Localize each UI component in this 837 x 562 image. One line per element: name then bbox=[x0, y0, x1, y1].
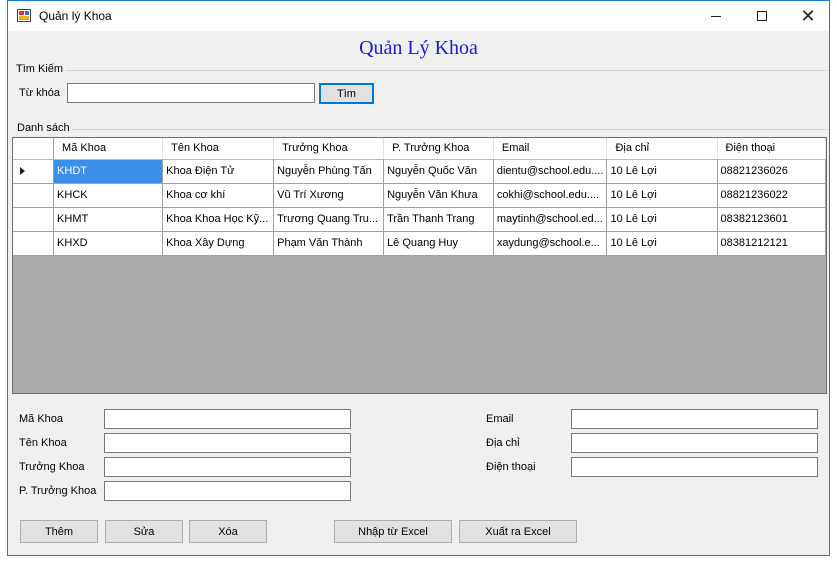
email-label: Email bbox=[486, 413, 514, 425]
khoa-table: Mã Khoa Tên Khoa Trưởng Khoa P. Trưởng K… bbox=[13, 138, 826, 256]
main-window: Quản lý Khoa ✕ Quản Lý Khoa Tìm Kiếm Từ … bbox=[7, 0, 830, 556]
table-cell[interactable]: 08382123601 bbox=[717, 207, 826, 232]
table-cell[interactable]: dientu@school.edu.... bbox=[493, 159, 608, 184]
dia-chi-label: Địa chỉ bbox=[486, 437, 520, 449]
search-button[interactable]: Tìm bbox=[319, 83, 374, 104]
app-icon bbox=[17, 9, 31, 22]
table-cell[interactable]: Nguyễn Văn Khưa bbox=[383, 183, 494, 208]
search-group-label: Tìm Kiếm bbox=[16, 63, 64, 75]
list-group-divider bbox=[72, 129, 827, 130]
column-header-truong-khoa[interactable]: Trưởng Khoa bbox=[273, 138, 385, 160]
table-cell[interactable]: Phạm Văn Thành bbox=[273, 231, 385, 256]
table-cell[interactable]: xaydung@school.e... bbox=[493, 231, 608, 256]
ten-khoa-input[interactable] bbox=[104, 433, 351, 453]
ma-khoa-label: Mã Khoa bbox=[19, 413, 64, 425]
table-cell[interactable]: 10 Lê Lợi bbox=[606, 183, 718, 208]
keyword-label: Từ khóa bbox=[19, 87, 60, 99]
pho-truong-khoa-label: P. Trưởng Khoa bbox=[19, 485, 97, 497]
table-cell[interactable]: 10 Lê Lợi bbox=[606, 207, 718, 232]
truong-khoa-label: Trưởng Khoa bbox=[19, 461, 85, 473]
row-header[interactable] bbox=[13, 183, 55, 208]
window-title: Quản lý Khoa bbox=[39, 9, 112, 23]
table-row[interactable]: KHMT Khoa Khoa Học Kỹ... Trương Quang Tr… bbox=[13, 207, 826, 232]
table-cell[interactable]: 10 Lê Lợi bbox=[606, 159, 718, 184]
email-input[interactable] bbox=[571, 409, 818, 429]
minimize-button[interactable] bbox=[693, 1, 739, 31]
row-header[interactable] bbox=[13, 159, 55, 184]
pho-truong-khoa-input[interactable] bbox=[104, 481, 351, 501]
table-cell[interactable]: Khoa Xây Dựng bbox=[162, 231, 275, 256]
dien-thoai-label: Điện thoại bbox=[486, 461, 536, 473]
table-cell[interactable]: 08381212121 bbox=[717, 231, 826, 256]
row-header-corner bbox=[13, 138, 55, 160]
title-bar[interactable]: Quản lý Khoa ✕ bbox=[8, 1, 829, 31]
column-header-dien-thoai[interactable]: Điện thoại bbox=[717, 138, 826, 160]
column-header-pho-truong-khoa[interactable]: P. Trưởng Khoa bbox=[383, 138, 494, 160]
table-cell[interactable]: Nguyễn Phùng Tấn bbox=[273, 159, 385, 184]
table-cell[interactable]: 08821236026 bbox=[717, 159, 826, 184]
list-group-label: Danh sách bbox=[17, 122, 70, 134]
table-cell[interactable]: KHMT bbox=[53, 207, 164, 232]
add-button[interactable]: Thêm bbox=[20, 520, 98, 543]
table-cell[interactable]: Khoa cơ khí bbox=[162, 183, 275, 208]
table-cell[interactable]: maytinh@school.ed... bbox=[493, 207, 608, 232]
table-row[interactable]: KHDT Khoa Điện Tử Nguyễn Phùng Tấn Nguyễ… bbox=[13, 159, 826, 184]
table-cell[interactable]: KHDT bbox=[53, 159, 164, 184]
khoa-data-grid[interactable]: Mã Khoa Tên Khoa Trưởng Khoa P. Trưởng K… bbox=[12, 137, 827, 394]
table-cell[interactable]: Khoa Khoa Học Kỹ... bbox=[162, 207, 275, 232]
ma-khoa-input[interactable] bbox=[104, 409, 351, 429]
edit-button[interactable]: Sửa bbox=[105, 520, 183, 543]
close-button[interactable]: ✕ bbox=[785, 1, 831, 31]
maximize-icon bbox=[757, 11, 767, 21]
close-icon: ✕ bbox=[800, 5, 816, 26]
table-cell[interactable]: Nguyễn Quốc Văn bbox=[383, 159, 494, 184]
current-row-arrow-icon bbox=[20, 167, 25, 175]
table-cell[interactable]: 10 Lê Lợi bbox=[606, 231, 718, 256]
export-excel-button[interactable]: Xuất ra Excel bbox=[459, 520, 577, 543]
keyword-input[interactable] bbox=[67, 83, 315, 103]
table-cell[interactable]: Trần Thanh Trang bbox=[383, 207, 494, 232]
ten-khoa-label: Tên Khoa bbox=[19, 437, 67, 449]
column-header-ma-khoa[interactable]: Mã Khoa bbox=[53, 138, 164, 160]
table-cell[interactable]: KHXD bbox=[53, 231, 164, 256]
table-cell[interactable]: Vũ Trí Xương bbox=[273, 183, 385, 208]
column-header-email[interactable]: Email bbox=[493, 138, 608, 160]
column-header-ten-khoa[interactable]: Tên Khoa bbox=[162, 138, 275, 160]
table-cell[interactable]: Lê Quang Huy bbox=[383, 231, 494, 256]
delete-button[interactable]: Xóa bbox=[189, 520, 267, 543]
truong-khoa-input[interactable] bbox=[104, 457, 351, 477]
dien-thoai-input[interactable] bbox=[571, 457, 818, 477]
page-title: Quản Lý Khoa bbox=[359, 37, 478, 59]
table-header-row: Mã Khoa Tên Khoa Trưởng Khoa P. Trưởng K… bbox=[13, 138, 826, 160]
search-group-divider bbox=[66, 70, 827, 71]
table-row[interactable]: KHXD Khoa Xây Dựng Phạm Văn Thành Lê Qua… bbox=[13, 231, 826, 256]
import-excel-button[interactable]: Nhập từ Excel bbox=[334, 520, 452, 543]
column-header-dia-chi[interactable]: Địa chỉ bbox=[606, 138, 718, 160]
minimize-icon bbox=[711, 15, 721, 17]
table-cell[interactable]: Khoa Điện Tử bbox=[162, 159, 275, 184]
dia-chi-input[interactable] bbox=[571, 433, 818, 453]
row-header[interactable] bbox=[13, 231, 55, 256]
table-cell[interactable]: KHCK bbox=[53, 183, 164, 208]
client-area: Quản Lý Khoa Tìm Kiếm Từ khóa Tìm Danh s… bbox=[8, 31, 829, 555]
maximize-button[interactable] bbox=[739, 1, 785, 31]
table-cell[interactable]: 08821236022 bbox=[717, 183, 826, 208]
table-row[interactable]: KHCK Khoa cơ khí Vũ Trí Xương Nguyễn Văn… bbox=[13, 183, 826, 208]
table-cell[interactable]: cokhi@school.edu.... bbox=[493, 183, 608, 208]
table-cell[interactable]: Trương Quang Tru... bbox=[273, 207, 385, 232]
row-header[interactable] bbox=[13, 207, 55, 232]
